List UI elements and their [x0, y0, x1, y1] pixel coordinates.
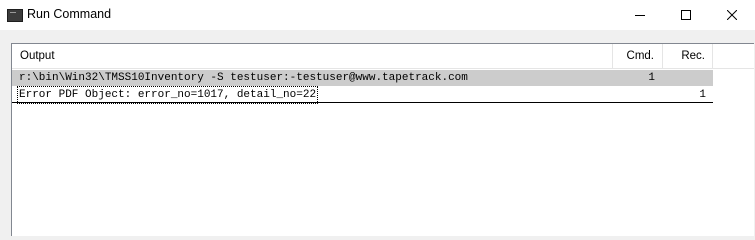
window-title: Run Command — [27, 7, 112, 21]
cell-output: Error PDF Object: error_no=1017, detail_… — [16, 86, 319, 104]
cell-cmd: 1 — [648, 72, 655, 84]
title-bar: Run Command — [0, 0, 755, 30]
maximize-icon — [681, 10, 691, 20]
list-header: Output Cmd. Rec. — [12, 44, 754, 69]
column-header-cmd[interactable]: Cmd. — [613, 44, 663, 68]
column-header-rec[interactable]: Rec. — [663, 44, 713, 68]
minimize-button[interactable] — [617, 0, 663, 30]
table-row[interactable]: r:\bin\Win32\TMSS10Inventory -S testuser… — [12, 70, 713, 86]
table-row[interactable]: Error PDF Object: error_no=1017, detail_… — [12, 86, 713, 104]
close-icon — [727, 10, 737, 20]
cell-output: r:\bin\Win32\TMSS10Inventory -S testuser… — [19, 72, 468, 84]
cell-rec: 1 — [699, 89, 706, 101]
maximize-button[interactable] — [663, 0, 709, 30]
minimize-icon — [635, 15, 645, 16]
console-icon — [7, 9, 23, 22]
close-button[interactable] — [709, 0, 755, 30]
column-header-output[interactable]: Output — [12, 44, 613, 68]
output-list[interactable]: Output Cmd. Rec. r:\bin\Win32\TMSS10Inve… — [11, 43, 754, 236]
